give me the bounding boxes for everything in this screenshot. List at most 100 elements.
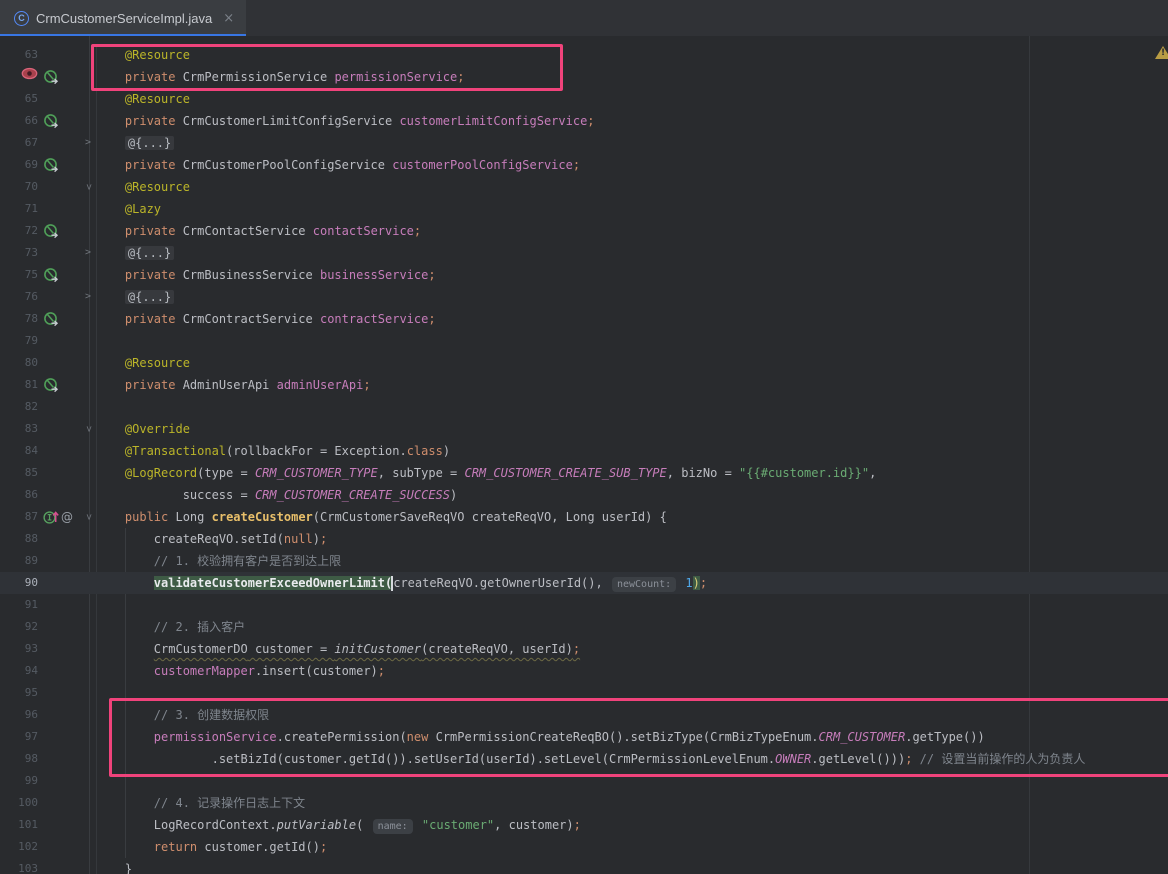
gutter[interactable]: 91: [0, 594, 96, 616]
gutter[interactable]: 88: [0, 528, 96, 550]
gutter[interactable]: 103: [0, 858, 96, 874]
line-number[interactable]: 71: [0, 198, 38, 220]
line-number[interactable]: 73: [0, 242, 38, 264]
code-text[interactable]: @{...}: [96, 286, 174, 308]
gutter[interactable]: 65: [0, 88, 96, 110]
code-text[interactable]: // 1. 校验拥有客户是否到达上限: [96, 550, 341, 572]
line-number[interactable]: 96: [0, 704, 38, 726]
gutter[interactable]: 84: [0, 440, 96, 462]
gutter[interactable]: 82: [0, 396, 96, 418]
line-number[interactable]: 72: [0, 220, 38, 242]
gutter[interactable]: 71: [0, 198, 96, 220]
code-text[interactable]: private CrmContractService contractServi…: [96, 308, 436, 330]
gutter[interactable]: [0, 66, 96, 88]
code-line[interactable]: 85@LogRecord(type = CRM_CUSTOMER_TYPE, s…: [0, 462, 1168, 484]
line-number[interactable]: 97: [0, 726, 38, 748]
code-text[interactable]: @Resource: [96, 44, 190, 66]
gutter[interactable]: 99: [0, 770, 96, 792]
spring-bean-icon[interactable]: [43, 69, 59, 85]
line-number[interactable]: 92: [0, 616, 38, 638]
gutter[interactable]: 101: [0, 814, 96, 836]
spring-bean-icon[interactable]: [43, 113, 59, 129]
spring-bean-icon[interactable]: [43, 267, 59, 283]
code-line[interactable]: 89 // 1. 校验拥有客户是否到达上限: [0, 550, 1168, 572]
code-line[interactable]: 65 @Resource: [0, 88, 1168, 110]
tab-crmcustomerserviceimpl[interactable]: C CrmCustomerServiceImpl.java ×: [0, 0, 246, 36]
code-text[interactable]: // 3. 创建数据权限: [96, 704, 269, 726]
code-line[interactable]: 94 customerMapper.insert(customer);: [0, 660, 1168, 682]
fold-icon[interactable]: >: [81, 176, 95, 198]
code-line[interactable]: 84@Transactional(rollbackFor = Exception…: [0, 440, 1168, 462]
folded-region[interactable]: @{...}: [125, 246, 174, 260]
field-watchpoint-icon[interactable]: [0, 66, 38, 88]
fold-icon[interactable]: >: [81, 418, 95, 440]
fold-icon[interactable]: >: [81, 242, 95, 264]
code-line[interactable]: 95: [0, 682, 1168, 704]
code-text[interactable]: [96, 594, 154, 616]
code-line[interactable]: 99: [0, 770, 1168, 792]
gutter[interactable]: 80: [0, 352, 96, 374]
spring-bean-icon[interactable]: [43, 223, 59, 239]
gutter[interactable]: 70>: [0, 176, 96, 198]
line-number[interactable]: 89: [0, 550, 38, 572]
fold-icon[interactable]: >: [81, 132, 95, 154]
gutter[interactable]: 102: [0, 836, 96, 858]
code-line[interactable]: 83>@Override: [0, 418, 1168, 440]
code-text[interactable]: private CrmCustomerPoolConfigService cus…: [96, 154, 580, 176]
code-text[interactable]: customerMapper.insert(customer);: [96, 660, 385, 682]
code-line[interactable]: 78private CrmContractService contractSer…: [0, 308, 1168, 330]
code-text[interactable]: @Resource: [96, 176, 190, 198]
code-text[interactable]: @{...}: [96, 242, 174, 264]
code-text[interactable]: @Transactional(rollbackFor = Exception.c…: [96, 440, 450, 462]
spring-bean-icon[interactable]: [43, 157, 59, 173]
gutter[interactable]: 76>: [0, 286, 96, 308]
gutter[interactable]: 85: [0, 462, 96, 484]
line-number[interactable]: 90: [0, 572, 38, 594]
code-line[interactable]: 102return customer.getId();: [0, 836, 1168, 858]
line-number[interactable]: 63: [0, 44, 38, 66]
code-line[interactable]: 71 @Lazy: [0, 198, 1168, 220]
line-number[interactable]: 98: [0, 748, 38, 770]
code-line[interactable]: 69private CrmCustomerPoolConfigService c…: [0, 154, 1168, 176]
code-text[interactable]: @Lazy: [96, 198, 161, 220]
code-line[interactable]: 88createReqVO.setId(null);: [0, 528, 1168, 550]
code-text[interactable]: // 4. 记录操作日志上下文: [96, 792, 305, 814]
line-number[interactable]: 94: [0, 660, 38, 682]
code-line[interactable]: 86 success = CRM_CUSTOMER_CREATE_SUCCESS…: [0, 484, 1168, 506]
gutter[interactable]: 90: [0, 572, 96, 594]
gutter[interactable]: 96: [0, 704, 96, 726]
line-number[interactable]: 100: [0, 792, 38, 814]
gutter[interactable]: 75: [0, 264, 96, 286]
code-line[interactable]: 75private CrmBusinessService businessSer…: [0, 264, 1168, 286]
code-text[interactable]: private CrmContactService contactService…: [96, 220, 421, 242]
gutter[interactable]: 63: [0, 44, 96, 66]
fold-icon[interactable]: >: [81, 286, 95, 308]
gutter[interactable]: 98: [0, 748, 96, 770]
gutter[interactable]: 78: [0, 308, 96, 330]
code-line[interactable]: 82: [0, 396, 1168, 418]
line-number[interactable]: 65: [0, 88, 38, 110]
line-number[interactable]: 83: [0, 418, 38, 440]
spring-bean-icon[interactable]: [43, 311, 59, 327]
code-text[interactable]: [96, 330, 125, 352]
code-line[interactable]: 81private AdminUserApi adminUserApi;: [0, 374, 1168, 396]
code-text[interactable]: [96, 682, 154, 704]
gutter[interactable]: 87I@>: [0, 506, 96, 528]
line-number[interactable]: 87: [0, 506, 38, 528]
line-number[interactable]: 86: [0, 484, 38, 506]
code-text[interactable]: [96, 396, 125, 418]
code-line[interactable]: 100 // 4. 记录操作日志上下文: [0, 792, 1168, 814]
line-number[interactable]: 67: [0, 132, 38, 154]
code-text[interactable]: @Resource: [96, 88, 190, 110]
code-text[interactable]: return customer.getId();: [96, 836, 327, 858]
code-text[interactable]: // 2. 插入客户: [96, 616, 245, 638]
line-number[interactable]: 99: [0, 770, 38, 792]
line-number[interactable]: 101: [0, 814, 38, 836]
gutter[interactable]: 72: [0, 220, 96, 242]
line-number[interactable]: 80: [0, 352, 38, 374]
code-line[interactable]: 63 @Resource: [0, 44, 1168, 66]
code-line[interactable]: 96 // 3. 创建数据权限: [0, 704, 1168, 726]
line-number[interactable]: 81: [0, 374, 38, 396]
code-text[interactable]: public Long createCustomer(CrmCustomerSa…: [96, 506, 667, 528]
code-line[interactable]: 72 private CrmContactService contactServi…: [0, 220, 1168, 242]
